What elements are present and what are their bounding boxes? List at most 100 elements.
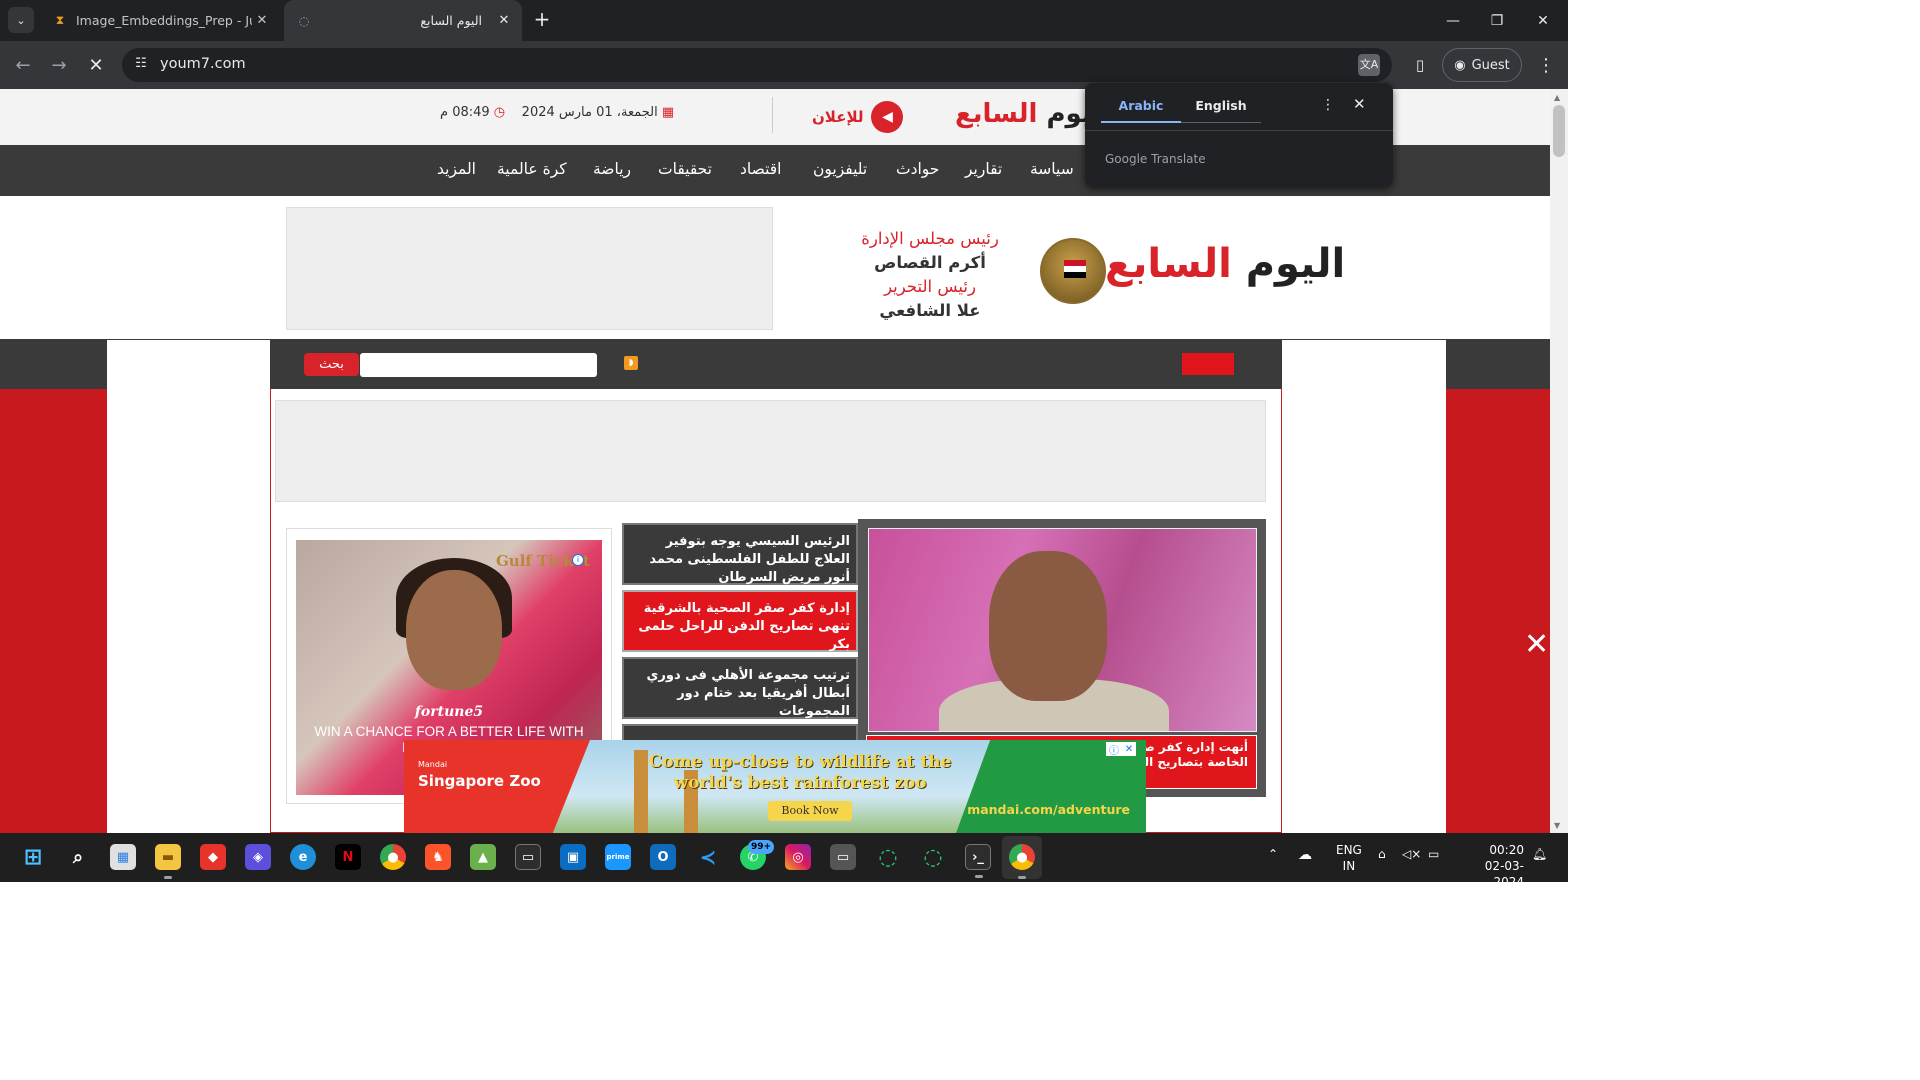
back-button[interactable]: ←	[9, 51, 37, 79]
featured-photo[interactable]	[868, 528, 1257, 732]
stop-loading-button[interactable]: ✕	[82, 51, 110, 79]
ad-choices[interactable]: ⓘ ✕	[1106, 742, 1136, 757]
chrome-icon[interactable]: ●	[380, 844, 406, 870]
restore-button[interactable]: ❐	[1474, 0, 1520, 41]
app-green-2-icon[interactable]: ◌	[920, 844, 946, 870]
search-input[interactable]	[360, 353, 597, 377]
calendar-icon: ▦	[661, 105, 675, 120]
nav-item-more[interactable]: المزيد	[437, 160, 476, 178]
app-blue-icon[interactable]: ▣	[560, 844, 586, 870]
tab-close-icon[interactable]: ✕	[494, 13, 514, 28]
menu-kebab-icon[interactable]: ⋮	[1532, 51, 1560, 79]
ad-info-icon[interactable]: ⓘ	[1109, 742, 1119, 757]
site-logo-large[interactable]: اليوم السابع	[1105, 241, 1345, 287]
copilot-icon[interactable]: ◈	[245, 844, 271, 870]
outlook-icon[interactable]: O	[650, 844, 676, 870]
brave-icon[interactable]: ♞	[425, 844, 451, 870]
site-info-icon[interactable]: ☷	[132, 56, 150, 74]
terminal-icon[interactable]: ▭	[515, 844, 541, 870]
translate-close-icon[interactable]: ✕	[1353, 95, 1366, 113]
minimize-button[interactable]: —	[1430, 0, 1476, 41]
close-window-button[interactable]: ✕	[1520, 0, 1566, 41]
clock-icon: ◷	[493, 105, 506, 120]
forward-button[interactable]: →	[45, 51, 73, 79]
nav-item-investigations[interactable]: تحقيقات	[658, 160, 712, 178]
tab-close-icon[interactable]: ✕	[252, 13, 272, 28]
language-indicator[interactable]: ENG IN	[1336, 842, 1362, 874]
chair-name: أكرم القصاص	[874, 253, 986, 272]
search-icon[interactable]: ⌕	[65, 844, 91, 870]
translate-menu-icon[interactable]: ⋮	[1321, 97, 1335, 113]
file-explorer-icon[interactable]: ▬	[155, 844, 181, 879]
translate-tab-target[interactable]: English	[1181, 95, 1261, 123]
tab-title: Image_Embeddings_Prep - Jupy	[76, 13, 252, 28]
vscode-icon[interactable]: ≺	[695, 844, 721, 870]
ad-headline: Come up-close to wildlife at the world's…	[648, 752, 952, 793]
notification-bell-icon[interactable]: 🔔︎	[1532, 847, 1547, 861]
ad-info-icon[interactable]: i	[572, 554, 584, 566]
start-icon[interactable]: ⊞	[20, 844, 46, 870]
terminal-2-icon[interactable]: ›_	[965, 844, 991, 878]
side-panel-icon[interactable]: ▯	[1406, 51, 1434, 79]
netflix-icon[interactable]: N	[335, 844, 361, 870]
prime-video-icon[interactable]: prime	[605, 844, 631, 870]
chrome-active-icon[interactable]: ●	[1009, 844, 1035, 879]
rss-icon[interactable]: ◗	[624, 356, 638, 370]
tab-jupyter[interactable]: ⧗ Image_Embeddings_Prep - Jupy ✕	[40, 0, 280, 41]
onedrive-icon[interactable]: ☁	[1298, 847, 1312, 863]
tab-title: اليوم السابع	[420, 13, 482, 28]
tab-search-dropdown-icon[interactable]: ⌄	[8, 7, 34, 33]
translate-icon[interactable]: 文A	[1358, 54, 1380, 76]
photos-icon[interactable]: ▲	[470, 844, 496, 870]
app-green-1-icon[interactable]: ◌	[875, 844, 901, 870]
book-now-button[interactable]: Book Now	[768, 801, 852, 821]
nav-item-sports[interactable]: رياضة	[593, 160, 631, 178]
news-item[interactable]: إدارة كفر صقر الصحية بالشرقية تنهى تصاري…	[622, 590, 858, 652]
zoo-logo: Mandai Singapore Zoo	[418, 760, 541, 790]
news-item[interactable]: الرئيس السيسي يوجه بتوفير العلاج للطفل ا…	[622, 523, 858, 585]
search-button[interactable]: بحث	[304, 353, 359, 376]
nav-item-world-football[interactable]: كرة عالمية	[497, 160, 567, 178]
app-gray-icon[interactable]: ▭	[830, 844, 856, 870]
network-icon[interactable]: ⌂	[1378, 847, 1386, 861]
nav-item-economy[interactable]: اقتصاد	[740, 160, 781, 178]
show-hidden-icons-icon[interactable]: ⌃	[1268, 847, 1278, 861]
date-text: الجمعة، 01 مارس 2024	[521, 105, 658, 120]
new-tab-button[interactable]: +	[530, 8, 554, 32]
address-bar[interactable]: ☷ youm7.com 文A	[122, 48, 1392, 82]
profile-button[interactable]: ◉ Guest	[1442, 48, 1522, 82]
volume-muted-icon[interactable]: ◁×	[1402, 847, 1421, 861]
nav-item-reports[interactable]: تقارير	[965, 160, 1002, 178]
ad-placeholder-top	[286, 207, 773, 330]
store-icon[interactable]: ▦	[110, 844, 136, 870]
advertise-link[interactable]: للإعلان ◀	[812, 101, 904, 133]
red-tag[interactable]	[1182, 353, 1234, 375]
logo-text-red: السابع	[1105, 241, 1232, 287]
nav-item-accidents[interactable]: حوادث	[896, 160, 939, 178]
whatsapp-badge: 99+	[748, 840, 775, 854]
ad-site-link[interactable]: mandai.com/adventure	[967, 802, 1130, 817]
translate-tab-source[interactable]: Arabic	[1101, 95, 1181, 123]
app-red-icon[interactable]: ◆	[200, 844, 226, 870]
system-clock[interactable]: 00:20 02-03-2024	[1460, 842, 1524, 890]
news-item[interactable]: ترتيب مجموعة الأهلي فى دوري أبطال أفريقي…	[622, 657, 858, 719]
taskbar: ⊞ ⌕ ▦ ▬ ◆ ◈ e N ● ♞ ▲ ▭ ▣ prime O ≺ ✆ 99…	[0, 833, 1568, 889]
instagram-icon[interactable]: ◎	[785, 844, 811, 870]
tab-strip: ⌄ ⧗ Image_Embeddings_Prep - Jupy ✕ ◌ الي…	[0, 0, 1568, 41]
search-bar: بحث ◗	[270, 340, 1282, 389]
tab-youm7[interactable]: ◌ اليوم السابع ✕	[284, 0, 522, 41]
url-text[interactable]: youm7.com	[160, 56, 246, 72]
time-text: 08:49 م	[440, 105, 490, 120]
scroll-up-icon[interactable]: ▲	[1554, 93, 1560, 102]
scrollbar[interactable]: ▲ ▼	[1550, 89, 1568, 833]
battery-icon[interactable]: ▭	[1428, 847, 1439, 861]
close-overlay-icon[interactable]: ✕	[1524, 627, 1549, 662]
scroll-down-icon[interactable]: ▼	[1554, 821, 1560, 830]
nav-item-politics[interactable]: سياسة	[1030, 160, 1074, 178]
bottom-banner-ad[interactable]: Mandai Singapore Zoo Come up-close to wi…	[404, 740, 1146, 833]
edge-icon[interactable]: e	[290, 844, 316, 870]
nav-item-tv[interactable]: تليفزيون	[813, 160, 867, 178]
scrollbar-thumb[interactable]	[1553, 105, 1565, 157]
ad-close-icon[interactable]: ✕	[1125, 744, 1133, 755]
profile-label: Guest	[1471, 57, 1510, 73]
